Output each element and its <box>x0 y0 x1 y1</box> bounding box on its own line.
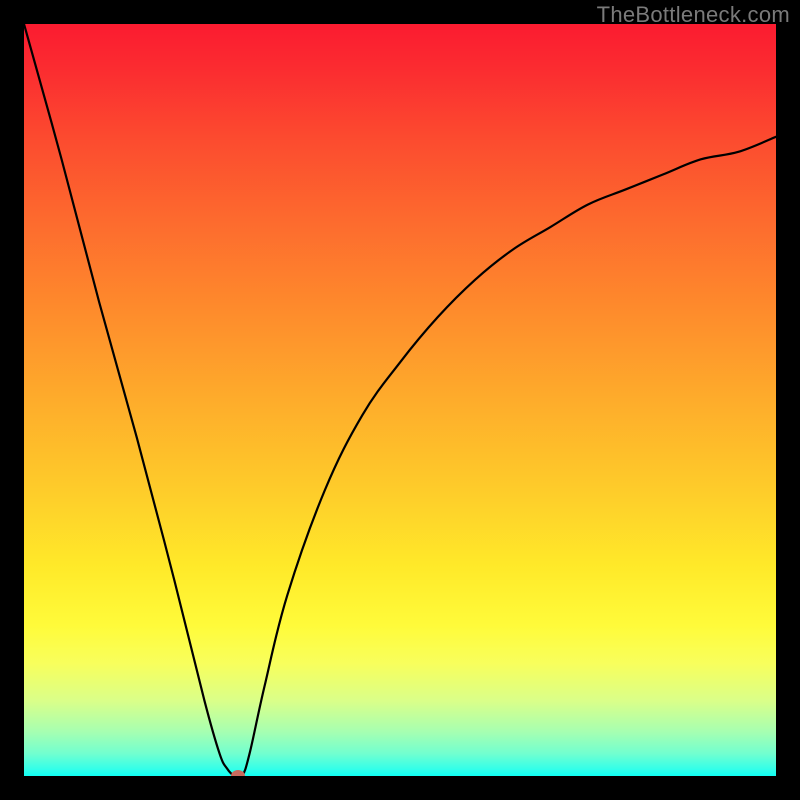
plot-area <box>24 24 776 776</box>
chart-frame: TheBottleneck.com <box>0 0 800 800</box>
watermark-text: TheBottleneck.com <box>597 2 790 28</box>
minimum-marker-dot <box>231 770 245 776</box>
curve-svg <box>24 24 776 776</box>
bottleneck-curve <box>24 24 776 776</box>
